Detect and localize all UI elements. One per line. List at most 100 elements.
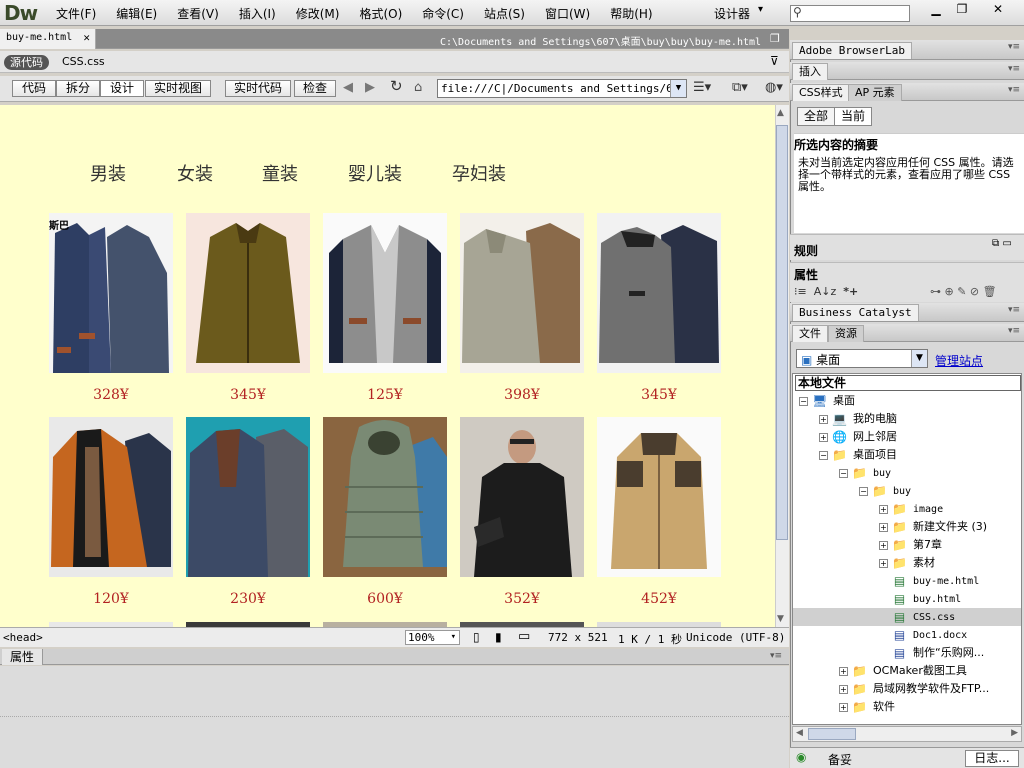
tree-node[interactable]: + 💻 我的电脑: [793, 410, 1021, 428]
property-view-icons[interactable]: ⁝≡ A↓z *+: [794, 285, 858, 298]
collapse-icon[interactable]: −: [859, 486, 868, 496]
property-actions-icons[interactable]: ⊶ ⊕ ✎ ⊘ 🗑: [930, 285, 997, 298]
site-select[interactable]: ▣ 桌面 ▼: [796, 349, 928, 368]
insert-tab[interactable]: 插入: [792, 63, 828, 80]
panel-menu-icon[interactable]: ▾≡: [1008, 64, 1020, 74]
scroll-right-icon[interactable]: ▶: [1011, 728, 1018, 738]
expand-icon[interactable]: +: [819, 414, 828, 424]
scroll-thumb[interactable]: [808, 728, 856, 740]
tree-node[interactable]: − 📁 buy: [793, 482, 1021, 500]
address-input[interactable]: file:///C|/Documents and Settings/607/ ▼: [437, 79, 687, 98]
filter-icon[interactable]: ⊽: [770, 54, 779, 68]
preview-browser-icon[interactable]: ◍▾: [765, 80, 783, 95]
tag-selector[interactable]: <head>: [3, 631, 43, 644]
source-code-button[interactable]: 源代码: [4, 55, 49, 70]
expand-icon[interactable]: +: [819, 432, 828, 442]
assets-tab[interactable]: 资源: [828, 325, 864, 342]
minimize-icon[interactable]: ▁: [922, 1, 950, 17]
multiscreen-icon[interactable]: ⧉▾: [732, 80, 748, 95]
code-view-button[interactable]: 代码: [12, 80, 56, 97]
product-image[interactable]: [460, 417, 584, 577]
css-styles-tab[interactable]: CSS样式: [792, 84, 850, 101]
live-view-button[interactable]: 实时视图: [145, 80, 211, 97]
restore-icon[interactable]: ❐: [948, 1, 976, 17]
product-image[interactable]: [597, 213, 721, 373]
tree-node[interactable]: ▤ buy-me.html: [793, 572, 1021, 590]
category-baby[interactable]: 婴儿装: [348, 160, 402, 186]
category-women[interactable]: 女装: [177, 160, 213, 186]
panel-menu-icon[interactable]: ▾≡: [770, 651, 782, 661]
panel-menu-icon[interactable]: ▾≡: [1008, 42, 1020, 52]
zoom-select[interactable]: 100% ▾: [405, 630, 460, 645]
menu-modify[interactable]: 修改(M): [286, 5, 350, 22]
product-image[interactable]: [49, 417, 173, 577]
tree-node[interactable]: − 🖥 桌面: [793, 392, 1021, 410]
expand-icon[interactable]: +: [879, 558, 888, 568]
tree-node[interactable]: + 🌐 网上邻居: [793, 428, 1021, 446]
product-image[interactable]: [186, 213, 310, 373]
scroll-left-icon[interactable]: ◀: [796, 728, 803, 738]
properties-tab[interactable]: 属性: [2, 649, 44, 665]
tree-node[interactable]: ▤ Doc1.docx: [793, 626, 1021, 644]
expand-icon[interactable]: +: [839, 666, 848, 676]
tablet-size-icon[interactable]: ▮: [495, 630, 502, 644]
tree-node[interactable]: − 📁 桌面项目: [793, 446, 1021, 464]
help-search-input[interactable]: ⚲: [790, 5, 910, 22]
menu-site[interactable]: 站点(S): [474, 5, 535, 22]
tree-node[interactable]: + 📁 局域网教学软件及FTP...: [793, 680, 1021, 698]
log-button[interactable]: 日志...: [965, 750, 1019, 767]
expand-icon[interactable]: +: [879, 522, 888, 532]
menu-insert[interactable]: 插入(I): [229, 5, 286, 22]
menu-view[interactable]: 查看(V): [167, 5, 229, 22]
close-icon[interactable]: ✕: [984, 1, 1012, 17]
design-view[interactable]: 男装 女装 童装 婴儿装 孕妇装 斯巴 328¥ 345¥ 125¥ 398¥ …: [0, 105, 775, 627]
collapse-icon[interactable]: −: [799, 396, 808, 406]
category-men[interactable]: 男装: [90, 160, 126, 186]
menu-file[interactable]: 文件(F): [46, 5, 106, 22]
product-image[interactable]: [460, 213, 584, 373]
scroll-down-icon[interactable]: ▼: [777, 614, 784, 624]
collapse-icon[interactable]: −: [839, 468, 848, 478]
expand-icon[interactable]: +: [839, 702, 848, 712]
menu-edit[interactable]: 编辑(E): [106, 5, 167, 22]
close-tab-icon[interactable]: ✕: [83, 31, 90, 44]
product-image[interactable]: 斯巴: [49, 213, 173, 373]
panel-menu-icon[interactable]: ▾≡: [1008, 85, 1020, 95]
menu-format[interactable]: 格式(O): [349, 5, 412, 22]
menu-commands[interactable]: 命令(C): [412, 5, 474, 22]
inspect-button[interactable]: 检查: [294, 80, 336, 97]
category-children[interactable]: 童装: [262, 160, 298, 186]
document-tab[interactable]: buy-me.html ✕: [0, 29, 96, 49]
panel-menu-icon[interactable]: ▾≡: [1008, 305, 1020, 315]
menu-help[interactable]: 帮助(H): [600, 5, 662, 22]
tree-node[interactable]: ▤ CSS.css: [793, 608, 1021, 626]
tree-node[interactable]: + 📁 image: [793, 500, 1021, 518]
product-image[interactable]: [186, 417, 310, 577]
category-maternity[interactable]: 孕妇装: [452, 160, 506, 186]
chevron-down-icon[interactable]: ▼: [911, 350, 927, 367]
split-view-button[interactable]: 拆分: [56, 80, 100, 97]
design-view-button[interactable]: 设计: [100, 80, 144, 97]
scroll-up-icon[interactable]: ▲: [777, 108, 784, 118]
tree-node[interactable]: − 📁 buy: [793, 464, 1021, 482]
collapse-icon[interactable]: −: [819, 450, 828, 460]
live-code-button[interactable]: 实时代码: [225, 80, 291, 97]
forward-icon[interactable]: ▶: [365, 80, 375, 95]
ap-elements-tab[interactable]: AP 元素: [848, 84, 902, 101]
tree-node[interactable]: + 📁 软件: [793, 698, 1021, 716]
tree-node[interactable]: + 📁 第7章: [793, 536, 1021, 554]
related-css-file[interactable]: CSS.css: [62, 55, 105, 68]
panel-menu-icon[interactable]: ▾≡: [1008, 326, 1020, 336]
tree-node[interactable]: ▤ buy.html: [793, 590, 1021, 608]
window-size[interactable]: 772 x 521: [548, 631, 608, 644]
product-image[interactable]: [323, 213, 447, 373]
css-current-button[interactable]: 当前: [834, 107, 873, 126]
tree-node[interactable]: + 📁 新建文件夹 (3): [793, 518, 1021, 536]
expand-icon[interactable]: +: [879, 504, 888, 514]
expand-icon[interactable]: +: [879, 540, 888, 550]
desktop-size-icon[interactable]: ▭: [518, 629, 530, 644]
chevron-down-icon[interactable]: ▼: [670, 80, 686, 97]
chevron-down-icon[interactable]: ▾: [451, 631, 456, 644]
menu-window[interactable]: 窗口(W): [535, 5, 600, 22]
back-icon[interactable]: ◀: [343, 80, 353, 95]
